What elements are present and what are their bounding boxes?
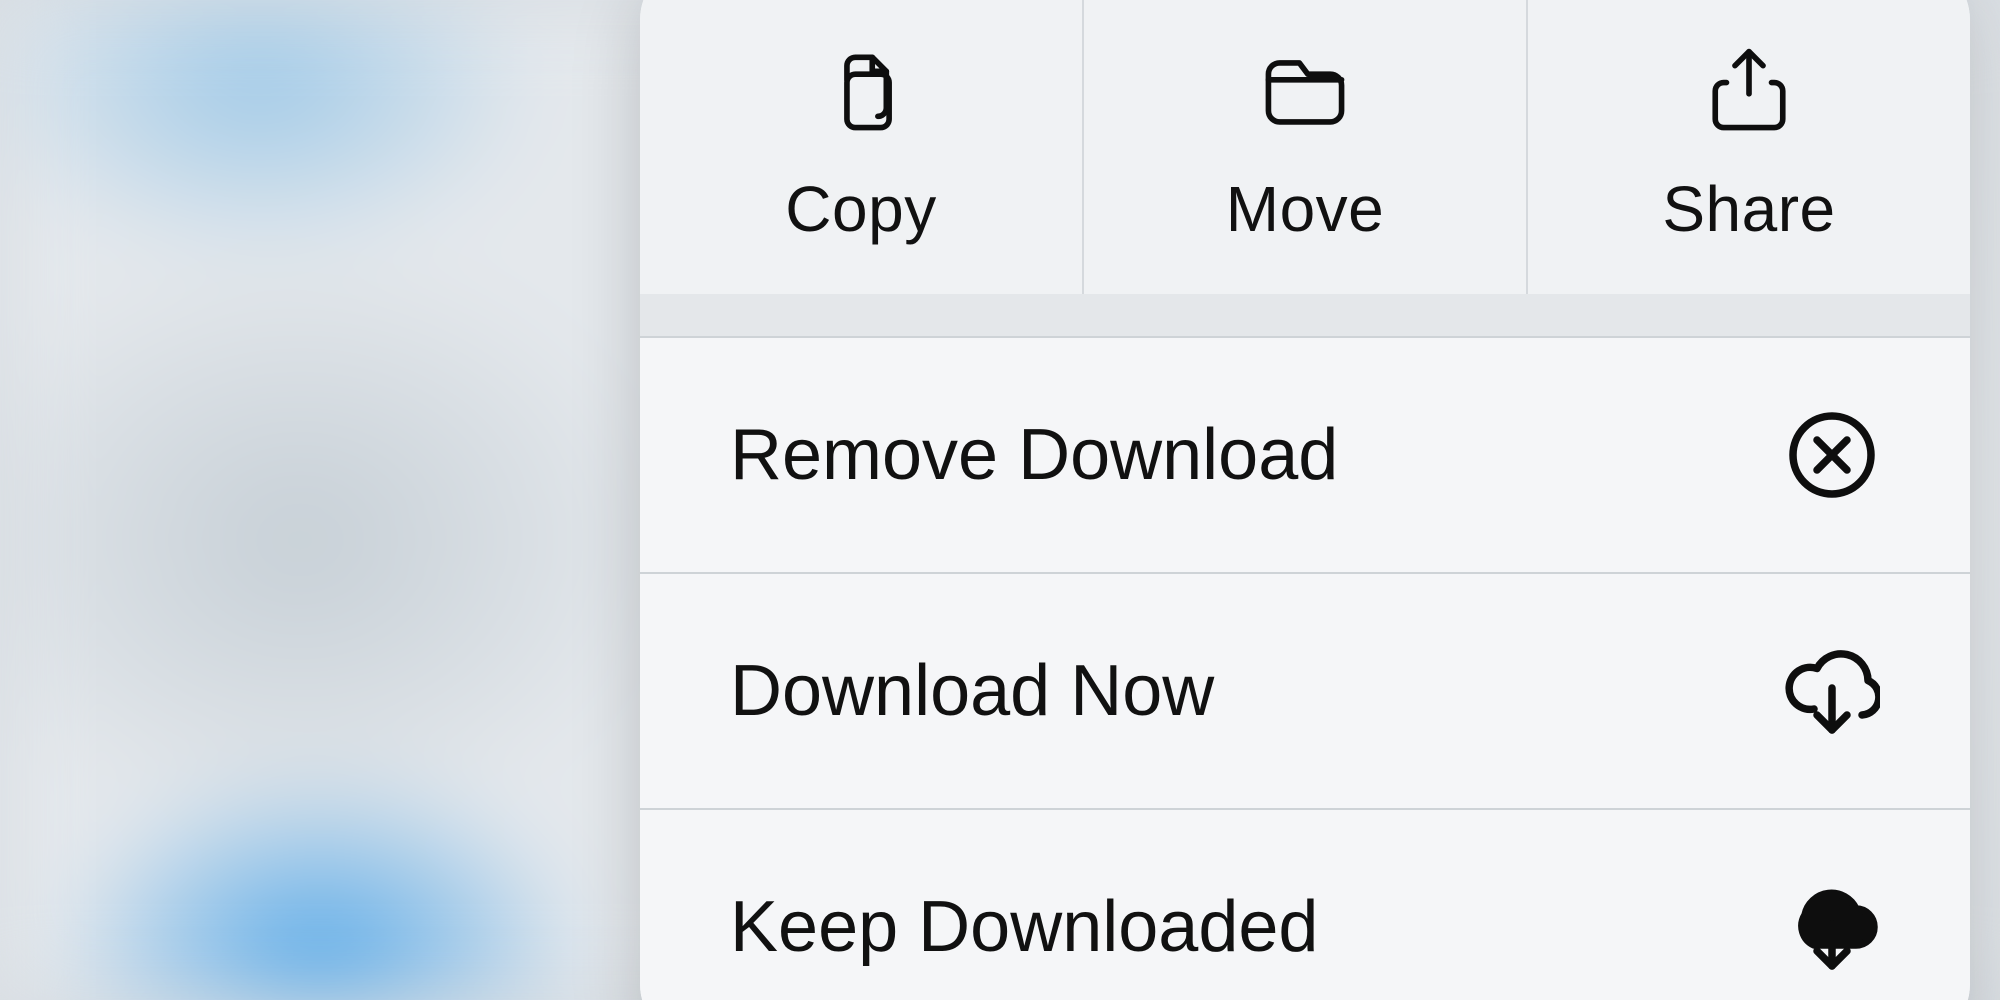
copy-icon — [816, 46, 906, 136]
circle-x-icon — [1784, 407, 1880, 503]
move-label: Move — [1226, 172, 1385, 246]
folder-icon — [1260, 46, 1350, 136]
remove-download-label: Remove Download — [730, 414, 1338, 496]
context-menu: Copy Move Share Remove — [640, 0, 1970, 1000]
download-now-row[interactable]: Download Now — [640, 572, 1970, 808]
keep-downloaded-label: Keep Downloaded — [730, 886, 1318, 968]
context-menu-top-row: Copy Move Share — [640, 0, 1970, 294]
share-icon — [1704, 46, 1794, 136]
copy-label: Copy — [785, 172, 936, 246]
share-label: Share — [1662, 172, 1835, 246]
share-button[interactable]: Share — [1526, 0, 1970, 294]
copy-button[interactable]: Copy — [640, 0, 1082, 294]
remove-download-row[interactable]: Remove Download — [640, 336, 1970, 572]
move-button[interactable]: Move — [1082, 0, 1526, 294]
keep-downloaded-row[interactable]: Keep Downloaded — [640, 808, 1970, 1000]
cloud-download-outline-icon — [1784, 643, 1880, 739]
section-divider — [640, 294, 1970, 336]
cloud-download-filled-icon — [1784, 879, 1880, 975]
download-now-label: Download Now — [730, 650, 1214, 732]
